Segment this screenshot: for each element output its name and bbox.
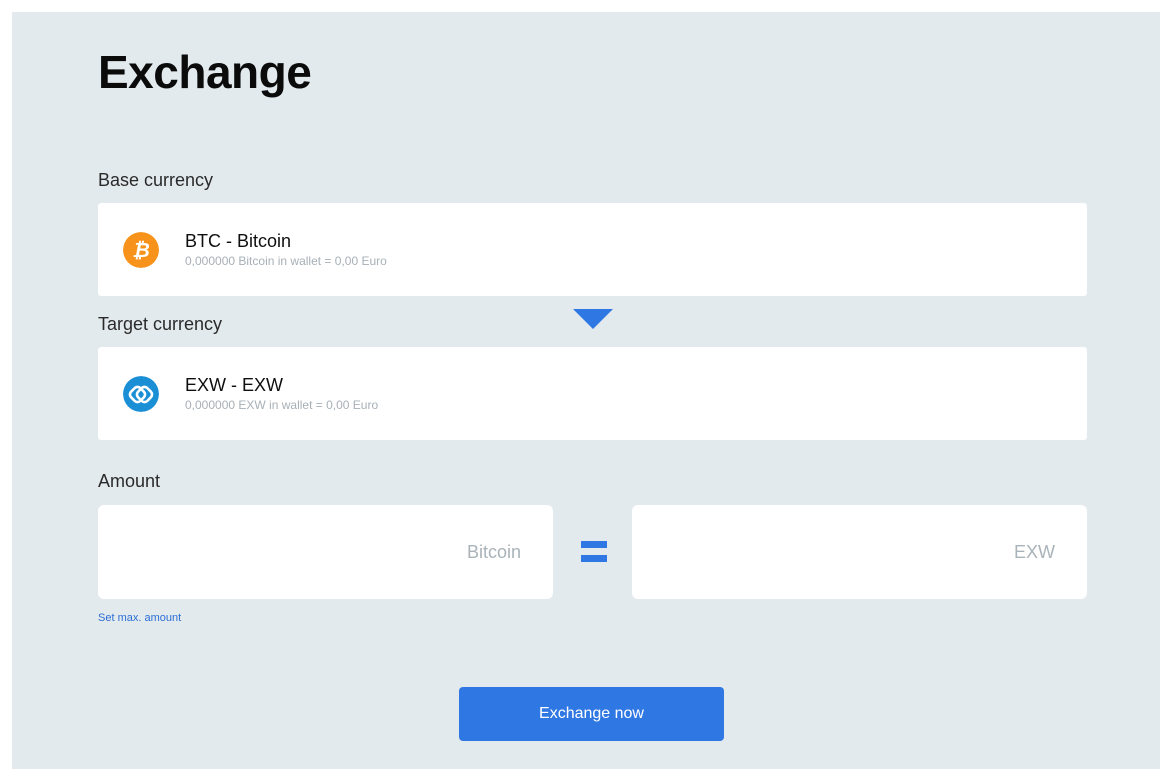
target-currency-label: Target currency bbox=[98, 314, 223, 334]
equals-icon bbox=[581, 541, 607, 563]
base-currency-wallet-info: 0,000000 Bitcoin in wallet = 0,00 Euro bbox=[185, 254, 387, 268]
exchange-now-button[interactable]: Exchange now bbox=[459, 687, 724, 741]
base-currency-select[interactable]: ₿ BTC - Bitcoin 0,000000 Bitcoin in wall… bbox=[98, 203, 1087, 296]
page-title: Exchange bbox=[98, 46, 312, 98]
base-amount-unit: Bitcoin bbox=[466, 542, 521, 562]
base-amount-field: Bitcoin bbox=[98, 505, 553, 599]
exw-icon bbox=[123, 376, 159, 412]
set-max-amount-link[interactable]: Set max. amount bbox=[98, 612, 181, 624]
exchange-panel: Exchange Base currency ₿ BTC - Bitcoin 0… bbox=[12, 12, 1160, 769]
target-amount-unit: EXW bbox=[1013, 542, 1055, 562]
swap-arrow-icon[interactable] bbox=[573, 309, 613, 329]
amount-label: Amount bbox=[98, 471, 161, 491]
base-currency-label: Base currency bbox=[98, 170, 214, 190]
target-amount-field: EXW bbox=[632, 505, 1087, 599]
svg-text:₿: ₿ bbox=[132, 240, 150, 262]
target-currency-select[interactable]: EXW - EXW 0,000000 EXW in wallet = 0,00 … bbox=[98, 347, 1087, 440]
target-currency-wallet-info: 0,000000 EXW in wallet = 0,00 Euro bbox=[185, 398, 379, 412]
base-currency-name: BTC - Bitcoin bbox=[185, 231, 292, 251]
bitcoin-icon: ₿ bbox=[123, 232, 159, 268]
target-currency-name: EXW - EXW bbox=[185, 375, 283, 395]
